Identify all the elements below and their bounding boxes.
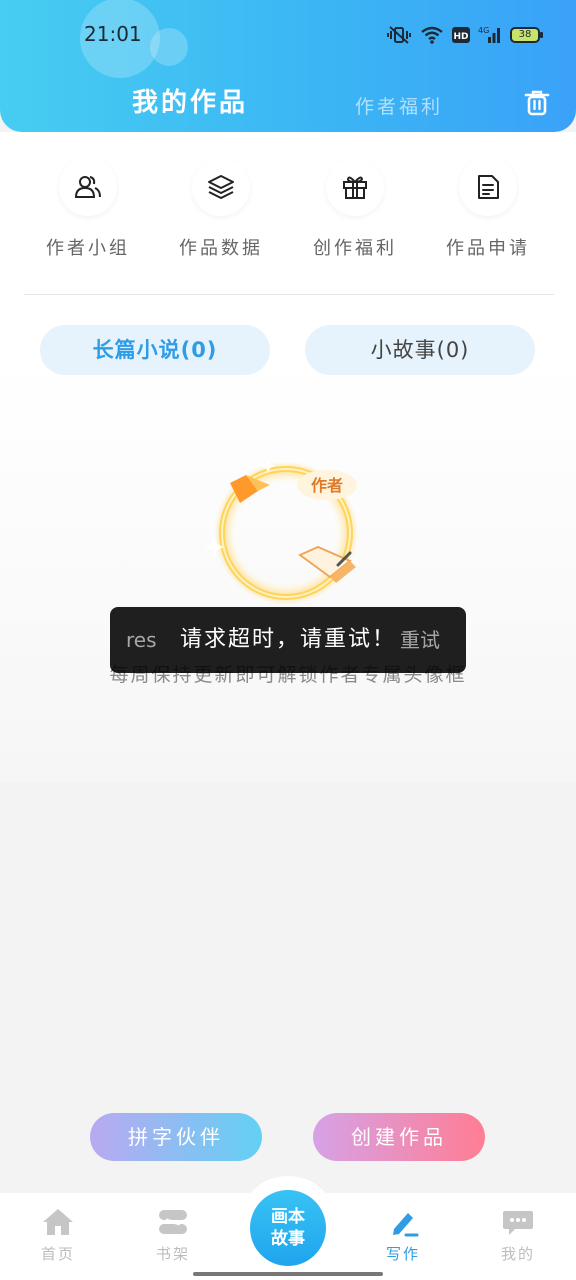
layers-icon xyxy=(208,175,234,199)
nav-label: 书架 xyxy=(155,1245,190,1263)
gift-icon xyxy=(343,176,367,199)
tab-long-novel[interactable]: 长篇小说(0) xyxy=(40,325,270,375)
header: 21:01 HD 4G 38 我的作品 作者福利 xyxy=(0,0,576,132)
users-icon xyxy=(74,176,101,198)
shortcut-works-application[interactable]: 作品申请 xyxy=(428,155,548,260)
nav-label: 首页 xyxy=(40,1245,75,1263)
shortcut-label: 作者小组 xyxy=(46,238,130,259)
bookshelf-icon xyxy=(159,1210,187,1234)
document-icon xyxy=(478,175,499,199)
svg-text:4G: 4G xyxy=(478,26,489,35)
decorative-bubble xyxy=(150,28,188,66)
signal-4g-icon: 4G xyxy=(478,26,500,43)
ring-illustration: 作者 xyxy=(204,459,358,605)
shortcut-label: 作品数据 xyxy=(179,238,263,259)
battery-icon: 38 xyxy=(510,27,543,43)
shortcut-icon-circle xyxy=(59,158,117,216)
nav-home[interactable]: 首页 xyxy=(18,1207,98,1264)
create-work-button[interactable]: 创建作品 xyxy=(313,1113,485,1161)
shortcut-icon-circle xyxy=(459,158,517,216)
hd-icon: HD xyxy=(452,27,470,43)
wifi-icon xyxy=(421,26,443,44)
center-button-line1: 画本 xyxy=(271,1207,305,1227)
chat-bubble-icon xyxy=(503,1211,533,1235)
home-indicator[interactable] xyxy=(193,1272,383,1276)
tab-short-story[interactable]: 小故事(0) xyxy=(305,325,535,375)
shortcut-works-data[interactable]: 作品数据 xyxy=(161,155,281,260)
picture-story-button[interactable]: 画本 故事 xyxy=(250,1190,326,1266)
center-button-line2: 故事 xyxy=(271,1229,305,1249)
author-badge-text: 作者 xyxy=(311,476,343,495)
shortcut-label: 创作福利 xyxy=(313,238,397,259)
shortcut-creation-welfare[interactable]: 创作福利 xyxy=(295,155,415,260)
status-icons: HD 4G 38 xyxy=(386,24,543,46)
pencil-icon xyxy=(393,1213,419,1237)
svg-text:HD: HD xyxy=(453,32,468,42)
home-icon xyxy=(43,1209,73,1235)
shortcut-icon-circle xyxy=(192,158,250,216)
shortcut-label: 作品申请 xyxy=(446,238,530,259)
nav-label: 我的 xyxy=(500,1245,535,1263)
nav-mine[interactable]: 我的 xyxy=(478,1207,558,1264)
nav-label: 写作 xyxy=(385,1245,420,1263)
vibrate-mute-icon xyxy=(387,26,411,44)
nav-write[interactable]: 写作 xyxy=(363,1207,443,1264)
status-time: 21:01 xyxy=(84,22,142,46)
shortcut-grid: 作者小组 作品数据 创作福利 作品申请 xyxy=(0,155,576,265)
trash-icon[interactable] xyxy=(522,88,552,118)
divider xyxy=(24,294,554,295)
tab-author-welfare[interactable]: 作者福利 xyxy=(355,92,443,119)
shortcut-icon-circle xyxy=(326,158,384,216)
nav-bookshelf[interactable]: 书架 xyxy=(133,1207,213,1264)
author-avatar-frame-illustration: 作者 xyxy=(200,455,375,605)
shortcut-author-group[interactable]: 作者小组 xyxy=(28,155,148,260)
word-partner-button[interactable]: 拼字伙伴 xyxy=(90,1113,262,1161)
toast-message: 请求超时，请重试！ xyxy=(179,627,396,652)
tab-my-works[interactable]: 我的作品 xyxy=(132,82,248,119)
